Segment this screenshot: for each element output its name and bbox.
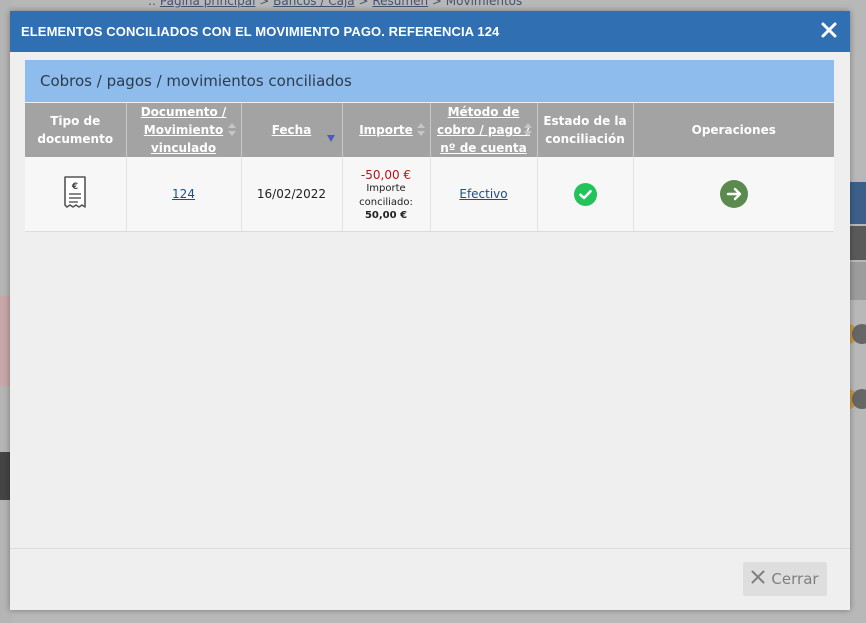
background-status-dot	[852, 324, 866, 344]
document-link[interactable]: 124	[172, 187, 195, 201]
sort-icon[interactable]	[416, 123, 425, 137]
background-breadcrumb: :: Página principal > Bancos / Caja > Re…	[148, 0, 523, 8]
sort-icon[interactable]	[523, 123, 532, 137]
background-right-header	[848, 182, 866, 224]
reconciled-items-table: Tipo de documento Documento / Movimiento…	[25, 103, 834, 232]
sort-desc-icon[interactable]	[326, 135, 335, 142]
payment-method-link[interactable]: Efectivo	[459, 187, 507, 201]
cell-metodo[interactable]: Efectivo	[430, 157, 538, 232]
svg-text:€: €	[71, 182, 78, 192]
check-circle-icon	[573, 182, 597, 206]
column-header-fecha[interactable]: Fecha	[241, 103, 343, 157]
close-icon	[751, 570, 765, 588]
cell-importe: -50,00 € Importe conciliado: 50,00 €	[342, 157, 431, 232]
close-icon[interactable]	[819, 19, 839, 41]
reconciled-amount-value: 50,00 €	[364, 209, 408, 221]
column-header-operaciones: Operaciones	[633, 103, 834, 157]
background-right-column	[848, 262, 866, 300]
column-header-documento[interactable]: Documento / Movimiento vinculado	[126, 103, 242, 157]
close-button[interactable]: Cerrar	[743, 562, 827, 596]
cell-estado	[537, 157, 634, 232]
cell-documento[interactable]: 124	[126, 157, 242, 232]
background-status-dot	[852, 389, 866, 409]
cell-operaciones	[633, 157, 834, 232]
footer-divider	[10, 548, 850, 549]
reconciled-amount-label: Importe conciliado:	[359, 182, 413, 208]
section-title-text: Cobros / pagos / movimientos conciliados	[40, 72, 352, 90]
amount-value: -50,00 €	[360, 167, 412, 182]
column-header-tipo: Tipo de documento	[25, 103, 127, 157]
reconciled-items-dialog: ELEMENTOS CONCILIADOS CON EL MOVIMIENTO …	[10, 11, 850, 610]
table-header-row: Tipo de documento Documento / Movimiento…	[25, 103, 834, 157]
arrow-right-circle-icon[interactable]	[719, 180, 748, 208]
dialog-header: ELEMENTOS CONCILIADOS CON EL MOVIMIENTO …	[10, 11, 850, 52]
cell-tipo: €	[25, 157, 127, 232]
section-title: Cobros / pagos / movimientos conciliados	[25, 60, 834, 102]
dialog-title: ELEMENTOS CONCILIADOS CON EL MOVIMIENTO …	[21, 24, 500, 39]
sort-icon[interactable]	[227, 123, 236, 137]
receipt-euro-icon: €	[62, 175, 88, 214]
table-row: € 124 16/02/2022 -50,00 € Importe concil…	[25, 157, 834, 232]
column-header-importe[interactable]: Importe	[342, 103, 431, 157]
close-button-label: Cerrar	[771, 570, 819, 588]
cell-fecha: 16/02/2022	[241, 157, 343, 232]
background-right-toolbar	[848, 226, 866, 260]
column-header-metodo[interactable]: Método de cobro / pago / nº de cuenta	[430, 103, 538, 157]
column-header-estado: Estado de la conciliación	[537, 103, 634, 157]
